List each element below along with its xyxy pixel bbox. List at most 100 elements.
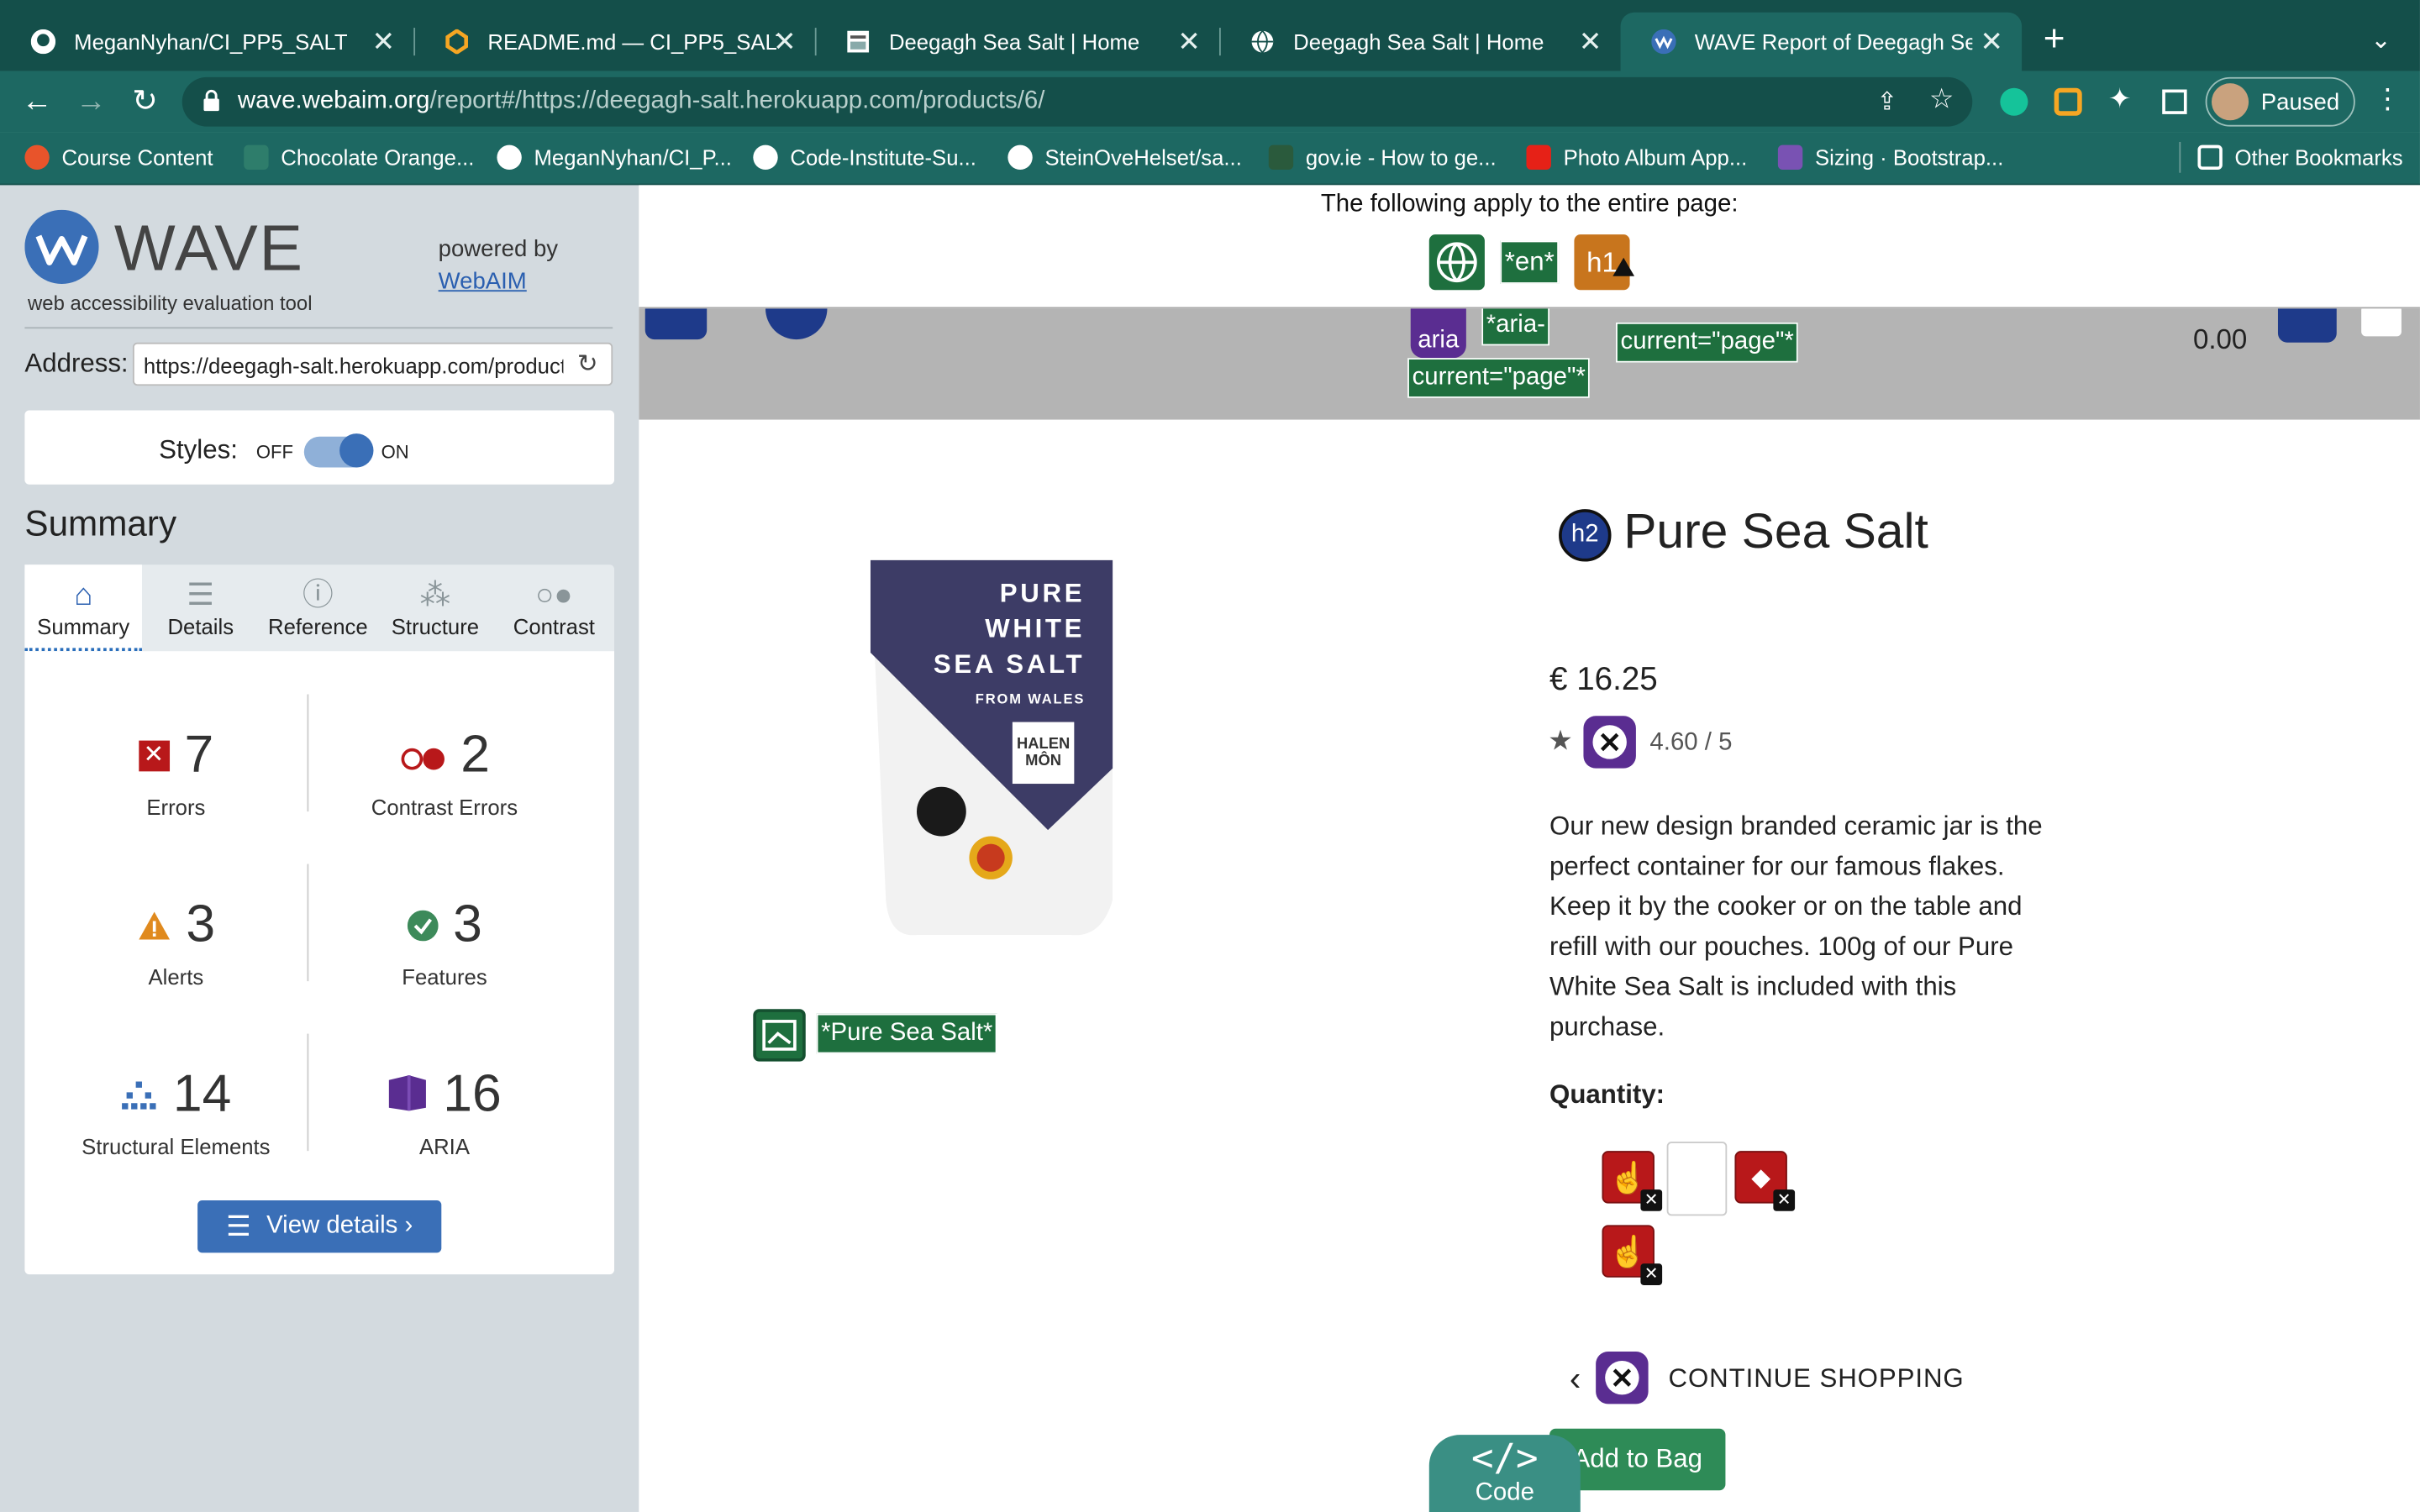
share-icon[interactable]: ⇪	[1876, 87, 1897, 118]
browser-toolbar: ← → ↻ wave.webaim.org/report#/https://de…	[0, 71, 2420, 133]
reload-icon[interactable]: ↻	[127, 83, 164, 120]
bookmark-code-institute[interactable]: Code-Institute-Su...	[753, 144, 976, 171]
tab-contrast[interactable]: ○● Contrast	[494, 564, 614, 651]
stat-value: 7	[184, 725, 214, 785]
gitpod-icon	[445, 29, 469, 55]
star-icon[interactable]: ☆	[1929, 83, 1954, 116]
code-label: Code	[1475, 1479, 1534, 1506]
gitpod-extension-icon[interactable]	[2054, 87, 2082, 116]
close-icon[interactable]: ✕	[1177, 26, 1201, 59]
wave-address-input[interactable]: https://deegagh-salt.herokuapp.com/produ…	[132, 342, 613, 386]
bookmark-icon	[244, 144, 269, 171]
grammarly-icon[interactable]	[2000, 87, 2028, 116]
h1-alert-icon[interactable]: h1	[1574, 234, 1635, 291]
h2-heading-icon[interactable]: h2	[1559, 509, 1612, 562]
close-icon: ✕	[1640, 1189, 1663, 1211]
aria-current-tag[interactable]: *aria-	[1481, 305, 1550, 346]
browser-tab-wave[interactable]: WAVE Report of Deegagh Sea S ✕	[1620, 12, 2023, 71]
browser-tab-github[interactable]: MeganNyhan/CI_PP5_SALT ✕	[0, 13, 413, 71]
stat-contrast-errors[interactable]: 2 Contrast Errors	[313, 725, 576, 819]
browser-tab-readme[interactable]: README.md — CI_PP5_SALT – ✕	[413, 13, 815, 71]
bookmark-bootstrap-sizing[interactable]: Sizing · Bootstrap...	[1777, 144, 2003, 171]
bookmark-course-content[interactable]: Course Content	[24, 144, 213, 171]
tab-summary[interactable]: ⌂ Summary	[24, 564, 142, 652]
package-line: SEA SALT	[933, 649, 1086, 680]
tab-reference[interactable]: ⓘ Reference	[260, 564, 377, 651]
alt-text-tag[interactable]: *Pure Sea Salt*	[816, 1013, 997, 1054]
increment-button-error-icon[interactable]: ☝ ✕	[1602, 1225, 1663, 1285]
language-tag[interactable]: *en*	[1500, 240, 1560, 284]
contrast-icon: ○●	[535, 578, 573, 613]
wave-logo-icon	[24, 209, 99, 284]
linked-image-icon[interactable]	[753, 1009, 806, 1062]
chevron-left-icon: ‹	[1569, 1359, 1581, 1399]
bookmark-chocolate-orange[interactable]: Chocolate Orange...	[244, 144, 474, 171]
language-globe-icon[interactable]	[1428, 234, 1485, 291]
url-text: wave.webaim.org/report#/https://deegagh-…	[238, 88, 1045, 116]
view-details-button[interactable]: ☰ View details ›	[197, 1200, 442, 1253]
stat-label: Features	[402, 963, 487, 990]
aria-current-tag[interactable]: current="page"*	[1616, 322, 1799, 363]
puzzle-icon[interactable]: ✦	[2108, 83, 2132, 116]
quantity-input[interactable]	[1666, 1142, 1728, 1216]
other-bookmarks[interactable]: Other Bookmarks	[2197, 144, 2403, 171]
star-icon: ★	[1548, 725, 1573, 756]
package-line: PURE	[999, 578, 1086, 608]
tab-structure[interactable]: ⁂ Structure	[376, 564, 494, 651]
bookmark-label: Code-Institute-Su...	[790, 144, 976, 171]
nav-icon	[2361, 305, 2402, 337]
stat-features[interactable]: 3 Features	[313, 895, 576, 989]
sidepanel-icon[interactable]	[2162, 89, 2187, 114]
list-icon: ☰	[226, 1210, 251, 1242]
browser-tab-deegagh-2[interactable]: Deegagh Sea Salt | Home ✕	[1219, 13, 1621, 71]
summary-heading: Summary	[24, 502, 177, 543]
stat-errors[interactable]: ✕ 7 Errors	[45, 725, 307, 819]
aria-icon[interactable]: aria	[1410, 302, 1466, 359]
tab-title: Deegagh Sea Salt | Home	[888, 29, 1140, 55]
close-icon[interactable]: ✕	[371, 26, 395, 59]
aria-current-tag[interactable]: current="page"*	[1407, 358, 1591, 398]
back-icon[interactable]: ←	[18, 83, 55, 120]
tab-label: Reference	[268, 614, 368, 639]
avatar	[2211, 83, 2249, 121]
bookmark-photo-album[interactable]: Photo Album App...	[1526, 144, 1747, 171]
button-label: View details ›	[266, 1212, 413, 1239]
continue-shopping-link[interactable]: CONTINUE SHOPPING	[1668, 1364, 1964, 1395]
bookmark-megannyhan[interactable]: MeganNyhan/CI_P...	[497, 144, 732, 171]
bookmark-label: MeganNyhan/CI_P...	[534, 144, 732, 171]
bookmark-label: SteinOveHelset/sa...	[1044, 144, 1242, 171]
stat-value: 16	[443, 1064, 502, 1124]
youtube-icon	[1526, 144, 1551, 171]
profile-button[interactable]: Paused	[2205, 76, 2355, 127]
kebab-menu-icon[interactable]: ⋮	[2374, 83, 2402, 116]
decrement-button-error-icon[interactable]: ☝ ✕	[1602, 1151, 1663, 1211]
close-icon[interactable]: ✕	[773, 26, 797, 59]
bookmark-steinovehelset[interactable]: SteinOveHelset/sa...	[1007, 144, 1242, 171]
browser-tab-deegagh-1[interactable]: Deegagh Sea Salt | Home ✕	[815, 13, 1219, 71]
stat-structural-elements[interactable]: 14 Structural Elements	[45, 1064, 307, 1158]
wave-tagline: web accessibility evaluation tool	[28, 291, 313, 315]
site-navbar: aria *aria- current="page"* current="pag…	[639, 302, 2420, 420]
tab-details[interactable]: ☰ Details	[142, 564, 260, 651]
aria-error-icon[interactable]	[1583, 716, 1636, 769]
missing-label-error-icon[interactable]: ⬥ ✕	[1734, 1151, 1796, 1211]
stat-aria[interactable]: 16 ARIA	[313, 1064, 576, 1158]
aria-error-icon[interactable]	[1596, 1351, 1649, 1404]
nav-icon	[2277, 305, 2337, 343]
stat-value: 2	[460, 725, 491, 785]
close-icon[interactable]: ✕	[1579, 26, 1602, 59]
styles-toggle-card: Styles: OFF ON	[24, 410, 615, 485]
aria-icon	[387, 1064, 428, 1125]
close-icon[interactable]: ✕	[1980, 26, 2003, 59]
bookmark-gov-ie[interactable]: gov.ie - How to ge...	[1268, 144, 1497, 171]
new-tab-icon[interactable]: +	[2044, 21, 2065, 59]
address-bar[interactable]: wave.webaim.org/report#/https://deegagh-…	[182, 76, 1973, 127]
github-icon	[1007, 144, 1033, 171]
styles-label: Styles:	[159, 434, 238, 465]
chevron-down-icon[interactable]: ⌄	[2370, 24, 2391, 55]
stat-alerts[interactable]: 3 Alerts	[45, 895, 307, 989]
webaim-link[interactable]: WebAIM	[439, 269, 527, 295]
forward-icon[interactable]: →	[72, 83, 109, 120]
wave-code-button[interactable]: </> Code	[1428, 1435, 1581, 1512]
refresh-icon[interactable]: ↻	[577, 349, 598, 380]
